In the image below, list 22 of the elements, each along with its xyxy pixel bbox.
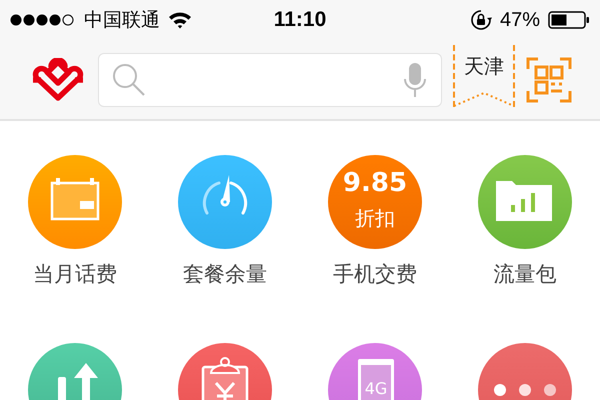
- city-selector[interactable]: 天津: [453, 44, 515, 106]
- battery-percentage: 47%: [500, 8, 540, 32]
- service-label[interactable]: 当月话费: [33, 261, 117, 287]
- carrier-name: 中国联通: [84, 8, 160, 33]
- discount-value: 9.85: [342, 168, 408, 198]
- speedometer-icon[interactable]: [178, 155, 272, 249]
- wifi-icon: [168, 11, 192, 29]
- battery-icon: [548, 11, 590, 29]
- qr-scan-icon[interactable]: [526, 56, 572, 102]
- network-label: 4G: [364, 379, 388, 398]
- folder-chart-icon[interactable]: [478, 155, 572, 249]
- discount-label: 折扣: [355, 206, 395, 230]
- clock-time: 11:10: [274, 8, 326, 32]
- calendar-icon[interactable]: [28, 155, 122, 249]
- signal-icon: [10, 13, 76, 27]
- service-label[interactable]: 套餐余量: [183, 261, 267, 287]
- search-icon: [111, 62, 147, 98]
- rotation-lock-icon: [470, 9, 492, 31]
- microphone-icon[interactable]: [403, 62, 427, 98]
- search-field[interactable]: [98, 52, 442, 106]
- service-label[interactable]: 手机交费: [333, 261, 417, 287]
- service-label[interactable]: 流量包: [494, 261, 556, 287]
